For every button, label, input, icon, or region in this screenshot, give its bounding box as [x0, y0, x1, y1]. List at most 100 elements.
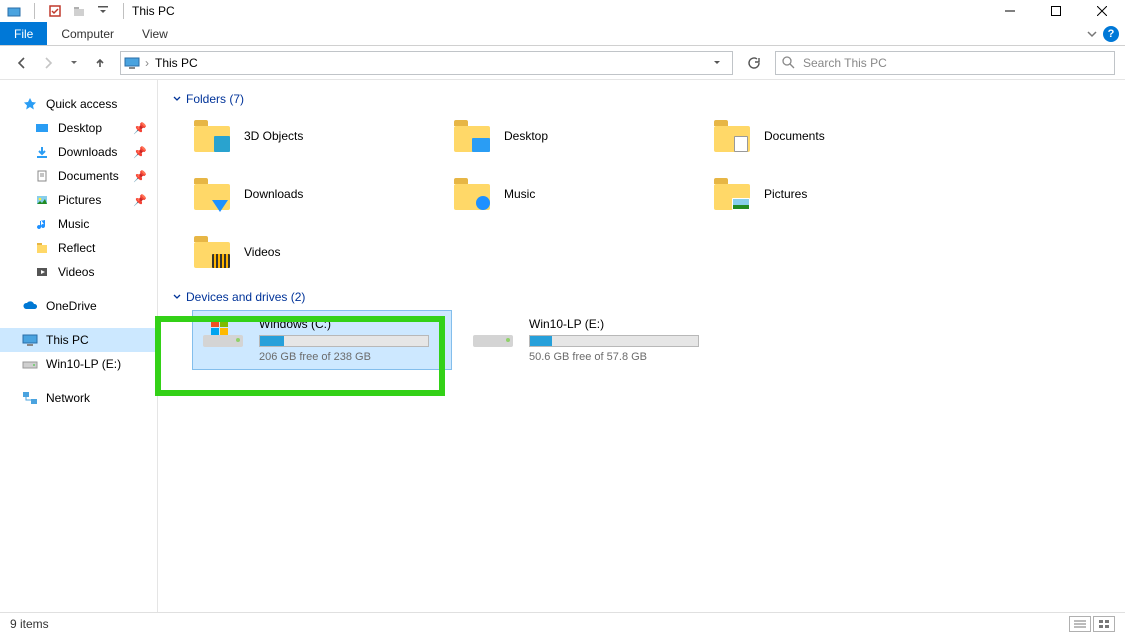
folder-label: Pictures: [764, 187, 807, 201]
help-button[interactable]: ?: [1103, 26, 1119, 42]
forward-button[interactable]: [36, 51, 60, 75]
pin-icon: 📌: [133, 170, 147, 183]
folder-label: Desktop: [504, 129, 548, 143]
drive-usage-bar: [259, 335, 429, 347]
drive-icon: [199, 317, 247, 353]
folder-item[interactable]: Desktop: [452, 112, 712, 160]
folder-item[interactable]: Documents: [712, 112, 972, 160]
section-drives-label: Devices and drives (2): [186, 290, 305, 304]
folder-label: Videos: [244, 245, 280, 259]
navpane-label: Pictures: [58, 193, 101, 207]
search-icon: [782, 56, 795, 69]
navpane-qa-item[interactable]: Music: [0, 212, 157, 236]
folder-icon: [192, 232, 232, 272]
folder-item[interactable]: Pictures: [712, 170, 972, 218]
drive-item[interactable]: Windows (C:) 206 GB free of 238 GB: [192, 310, 452, 370]
chevron-down-icon: [172, 94, 182, 104]
address-bar-icon: [121, 56, 143, 70]
drive-free-text: 206 GB free of 238 GB: [259, 351, 445, 363]
navpane-drive-e[interactable]: Win10-LP (E:): [0, 352, 157, 376]
folder-icon: [34, 144, 50, 160]
address-bar[interactable]: › This PC: [120, 51, 733, 75]
folder-icon: [34, 216, 50, 232]
folder-icon: [34, 120, 50, 136]
status-item-count: 9 items: [10, 617, 49, 631]
quick-access-icon: [22, 96, 38, 112]
pin-icon: 📌: [133, 122, 147, 135]
folder-icon: [192, 174, 232, 214]
folder-label: Documents: [764, 129, 825, 143]
up-button[interactable]: [88, 51, 112, 75]
tab-computer[interactable]: Computer: [47, 22, 128, 45]
navpane-network[interactable]: Network: [0, 386, 157, 410]
navpane-qa-item[interactable]: Reflect: [0, 236, 157, 260]
folder-icon: [34, 192, 50, 208]
chevron-right-icon[interactable]: ›: [145, 56, 149, 70]
view-large-icons-button[interactable]: [1093, 616, 1115, 632]
folder-label: 3D Objects: [244, 129, 303, 143]
navpane-quick-access[interactable]: Quick access: [0, 92, 157, 116]
navpane-label: Desktop: [58, 121, 102, 135]
navpane-qa-item[interactable]: Pictures 📌: [0, 188, 157, 212]
maximize-button[interactable]: [1033, 0, 1079, 22]
drive-name: Windows (C:): [259, 317, 445, 331]
minimize-button[interactable]: [987, 0, 1033, 22]
navpane-qa-item[interactable]: Documents📌: [0, 164, 157, 188]
navpane-label: Music: [58, 217, 89, 231]
folder-icon: [34, 168, 50, 184]
recent-locations-dropdown[interactable]: [62, 51, 86, 75]
pin-icon: 📌: [133, 146, 147, 159]
navpane-label: Win10-LP (E:): [46, 357, 121, 371]
navpane-qa-item[interactable]: Videos: [0, 260, 157, 284]
section-folders[interactable]: Folders (7): [172, 92, 1111, 106]
back-button[interactable]: [10, 51, 34, 75]
folder-item[interactable]: Downloads: [192, 170, 452, 218]
folder-item[interactable]: 3D Objects: [192, 112, 452, 160]
breadcrumb-this-pc[interactable]: This PC: [151, 56, 202, 70]
tab-view[interactable]: View: [128, 22, 182, 45]
navpane-onedrive[interactable]: OneDrive: [0, 294, 157, 318]
navpane-label: This PC: [46, 333, 89, 347]
drive-usage-bar: [529, 335, 699, 347]
folder-icon: [712, 116, 752, 156]
folder-item[interactable]: Videos: [192, 228, 452, 276]
view-details-button[interactable]: [1069, 616, 1091, 632]
status-bar: 9 items: [0, 612, 1125, 634]
drive-item[interactable]: Win10-LP (E:)50.6 GB free of 57.8 GB: [462, 310, 722, 370]
onedrive-icon: [22, 298, 38, 314]
navpane-label: Network: [46, 391, 90, 405]
qat-customize-dropdown[interactable]: [95, 3, 111, 19]
refresh-button[interactable]: [741, 51, 765, 75]
navpane-qa-item[interactable]: Downloads📌: [0, 140, 157, 164]
section-folders-label: Folders (7): [186, 92, 244, 106]
navpane-label: Quick access: [46, 97, 117, 111]
close-button[interactable]: [1079, 0, 1125, 22]
navpane-qa-item[interactable]: Desktop 📌: [0, 116, 157, 140]
network-icon: [22, 390, 38, 406]
section-drives[interactable]: Devices and drives (2): [172, 290, 1111, 304]
chevron-down-icon: [172, 292, 182, 302]
system-menu-icon[interactable]: [6, 3, 22, 19]
navigation-pane: Quick access Desktop📌Downloads📌Documents…: [0, 80, 158, 612]
qat-properties-icon[interactable]: [47, 3, 63, 19]
folder-icon: [452, 116, 492, 156]
ribbon: File Computer View ?: [0, 22, 1125, 46]
search-input[interactable]: [801, 55, 1108, 71]
folder-label: Music: [504, 187, 535, 201]
this-pc-icon: [22, 332, 38, 348]
folder-item[interactable]: Music: [452, 170, 712, 218]
folder-icon: [34, 240, 50, 256]
ribbon-expand-icon[interactable]: [1087, 29, 1097, 39]
content-area: Folders (7) 3D Objects Desktop Documents Do…: [158, 80, 1125, 612]
tab-file[interactable]: File: [0, 22, 47, 45]
folder-icon: [712, 174, 752, 214]
folder-label: Downloads: [244, 187, 303, 201]
drive-icon: [22, 356, 38, 372]
folder-icon: [192, 116, 232, 156]
folder-icon: [452, 174, 492, 214]
search-box[interactable]: [775, 51, 1115, 75]
address-history-dropdown[interactable]: [712, 58, 732, 68]
navpane-this-pc[interactable]: This PC: [0, 328, 157, 352]
qat-new-folder-icon[interactable]: [71, 3, 87, 19]
pin-icon: 📌: [133, 194, 147, 207]
